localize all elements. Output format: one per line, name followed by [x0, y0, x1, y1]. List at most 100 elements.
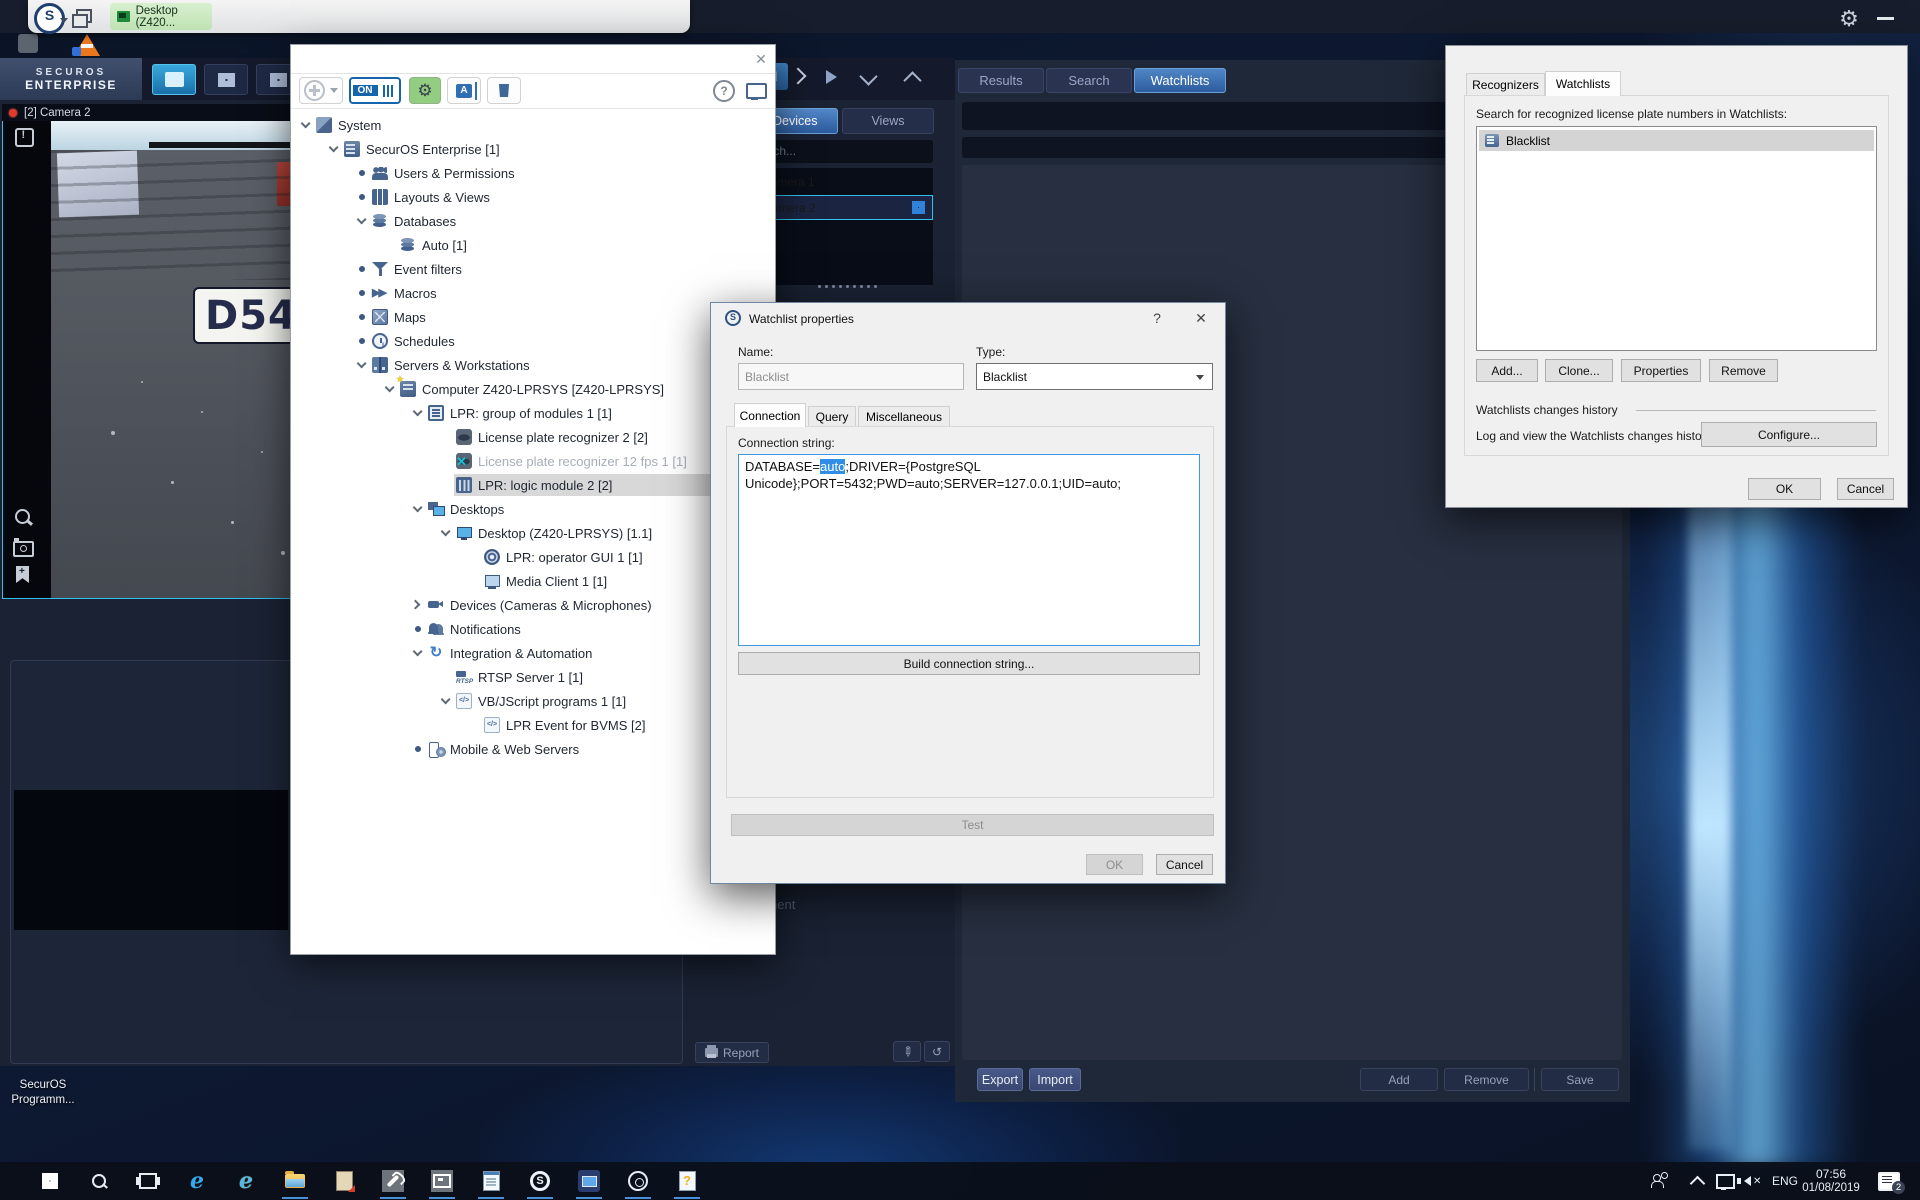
- clone-watchlist-button[interactable]: Clone...: [1545, 359, 1613, 382]
- menu-caret-icon[interactable]: [60, 18, 68, 23]
- tree-item-servers-workstations[interactable]: Servers & Workstations: [291, 353, 775, 377]
- watchlists-list[interactable]: Blacklist: [1476, 126, 1877, 351]
- tree-item-system[interactable]: System: [291, 113, 775, 137]
- tree-item-computer[interactable]: Computer Z420-LPRSYS [Z420-LPRSYS]: [291, 377, 775, 401]
- desktop-tab[interactable]: Desktop (Z420...: [110, 3, 212, 30]
- dialog-close-icon[interactable]: ✕: [1191, 310, 1211, 327]
- tab-views[interactable]: Views: [842, 108, 934, 134]
- remove-watchlist-button[interactable]: Remove: [1709, 359, 1778, 382]
- start-button[interactable]: [38, 1169, 62, 1193]
- remote-monitor-icon[interactable]: [430, 1169, 454, 1193]
- desktop-icon-generic[interactable]: [18, 34, 38, 53]
- add-object-button[interactable]: [299, 77, 343, 104]
- edit-button[interactable]: ✎: [893, 1041, 921, 1062]
- network-tray-icon[interactable]: [1716, 1162, 1735, 1200]
- clock[interactable]: 07:56 01/08/2019: [1800, 1167, 1862, 1200]
- people-tray-icon[interactable]: [1652, 1162, 1670, 1200]
- tab-connection[interactable]: Connection: [734, 403, 806, 427]
- export-button[interactable]: Export: [977, 1068, 1023, 1091]
- properties-watchlist-button[interactable]: Properties: [1621, 359, 1701, 382]
- tree-item-event-filters[interactable]: Event filters: [291, 257, 775, 281]
- configure-button[interactable]: Configure...: [1701, 422, 1877, 447]
- camera-view-tile[interactable]: D54: [2, 121, 291, 599]
- on-off-toggle[interactable]: ON: [349, 77, 401, 104]
- snapshot-icon[interactable]: [13, 536, 35, 558]
- close-icon[interactable]: ✕: [753, 51, 769, 67]
- tree-item-maps[interactable]: Maps: [291, 305, 775, 329]
- zoom-icon[interactable]: [13, 507, 35, 529]
- tree-item-vbjscript[interactable]: </>VB/JScript programs 1 [1]: [291, 689, 775, 713]
- connection-string-textarea[interactable]: DATABASE=auto;DRIVER={PostgreSQL Unicode…: [738, 454, 1200, 646]
- report-button[interactable]: Report: [695, 1042, 769, 1063]
- panel-ok-button[interactable]: OK: [1748, 478, 1821, 500]
- language-indicator[interactable]: ENG: [1772, 1162, 1798, 1200]
- add-watchlist-button[interactable]: Add...: [1476, 359, 1538, 382]
- tree-item-lpr-event-bvms[interactable]: </>LPR Event for BVMS [2]: [291, 713, 775, 737]
- tree-item-layouts-views[interactable]: Layouts & Views: [291, 185, 775, 209]
- tree-item-desktops[interactable]: Desktops: [291, 497, 775, 521]
- internet-explorer-icon[interactable]: e: [234, 1169, 258, 1193]
- desktop-shortcut-label[interactable]: SecurOS Programm...: [0, 1078, 86, 1108]
- file-explorer-icon[interactable]: [283, 1169, 307, 1193]
- cancel-button[interactable]: Cancel: [1156, 854, 1213, 875]
- tray-expand-icon[interactable]: [1692, 1162, 1703, 1200]
- splitter-dots[interactable]: [818, 285, 877, 288]
- undo-button[interactable]: ↺: [924, 1041, 950, 1062]
- settings-gear-icon[interactable]: ⚙: [1836, 6, 1862, 32]
- layout-quad-button[interactable]: [204, 64, 248, 95]
- tree-item-recognizer2[interactable]: License plate recognizer 2 [2]: [291, 425, 775, 449]
- tree-item-lpr-group[interactable]: LPR: group of modules 1 [1]: [291, 401, 775, 425]
- tree-item-securos-enterprise[interactable]: SecurOS Enterprise [1]: [291, 137, 775, 161]
- tree-item-rtsp-server[interactable]: RTSPRTSP Server 1 [1]: [291, 665, 775, 689]
- help-file-icon[interactable]: [675, 1169, 699, 1193]
- minimize-icon[interactable]: [1877, 17, 1894, 20]
- notepad-icon[interactable]: [479, 1169, 503, 1193]
- tab-miscellaneous[interactable]: Miscellaneous: [858, 406, 950, 427]
- tree-item-macros[interactable]: ▶▶Macros: [291, 281, 775, 305]
- admin-tool-icon[interactable]: [381, 1169, 405, 1193]
- task-view-icon[interactable]: [136, 1169, 160, 1193]
- watchlist-row-blacklist[interactable]: Blacklist: [1479, 130, 1874, 151]
- tab-results[interactable]: Results: [958, 68, 1044, 93]
- edge-icon[interactable]: e: [185, 1169, 209, 1193]
- build-connection-string-button[interactable]: Build connection string...: [738, 652, 1200, 675]
- tree-item-devices[interactable]: Devices (Cameras & Microphones): [291, 593, 775, 617]
- tree-item-schedules[interactable]: Schedules: [291, 329, 775, 353]
- tab-watchlists[interactable]: Watchlists: [1134, 68, 1226, 93]
- notification-center-icon[interactable]: 2: [1878, 1162, 1900, 1200]
- tree-item-desktop[interactable]: Desktop (Z420-LPRSYS) [1.1]: [291, 521, 775, 545]
- taskbar-search-icon[interactable]: [87, 1169, 111, 1193]
- frame-alert-icon[interactable]: [13, 126, 35, 148]
- tree-item-operator-gui[interactable]: LPR: operator GUI 1 [1]: [291, 545, 775, 569]
- add-button[interactable]: Add: [1360, 1068, 1438, 1091]
- panel-cancel-button[interactable]: Cancel: [1837, 478, 1894, 500]
- tab-search[interactable]: Search: [1046, 68, 1132, 93]
- delete-button[interactable]: [487, 77, 521, 104]
- tab-watchlists[interactable]: Watchlists: [1545, 71, 1621, 96]
- tree-item-integration[interactable]: ↻Integration & Automation: [291, 641, 775, 665]
- volume-muted-icon[interactable]: ✕: [1744, 1162, 1761, 1200]
- test-button[interactable]: Test: [731, 814, 1214, 836]
- object-settings-button[interactable]: ⚙: [409, 77, 441, 104]
- layout-single-button[interactable]: [152, 64, 196, 95]
- securos-taskbar-icon[interactable]: S: [528, 1169, 552, 1193]
- media-client-taskbar-icon[interactable]: [577, 1169, 601, 1193]
- play-icon[interactable]: [826, 70, 837, 84]
- name-field[interactable]: Blacklist: [738, 363, 964, 390]
- display-button[interactable]: [741, 77, 771, 104]
- help-button[interactable]: ?: [711, 77, 737, 104]
- tree-item-notifications[interactable]: Notifications: [291, 617, 775, 641]
- dialog-help-icon[interactable]: ?: [1147, 310, 1167, 326]
- tree-item-lpr-logic-module[interactable]: LPR: logic module 2 [2]: [291, 473, 775, 497]
- bookmark-add-icon[interactable]: [13, 564, 35, 586]
- ok-button[interactable]: OK: [1086, 854, 1143, 875]
- tab-recognizers[interactable]: Recognizers: [1466, 73, 1545, 96]
- type-dropdown[interactable]: Blacklist: [976, 363, 1213, 390]
- rename-button[interactable]: A: [447, 77, 481, 104]
- emblem-app-icon[interactable]: [626, 1169, 650, 1193]
- tree-item-recognizer12fps[interactable]: License plate recognizer 12 fps 1 [1]: [291, 449, 775, 473]
- tab-query[interactable]: Query: [808, 406, 856, 427]
- tree-item-auto[interactable]: Auto [1]: [291, 233, 775, 257]
- save-button[interactable]: Save: [1541, 1068, 1619, 1091]
- tree-item-mobile-web[interactable]: Mobile & Web Servers: [291, 737, 775, 761]
